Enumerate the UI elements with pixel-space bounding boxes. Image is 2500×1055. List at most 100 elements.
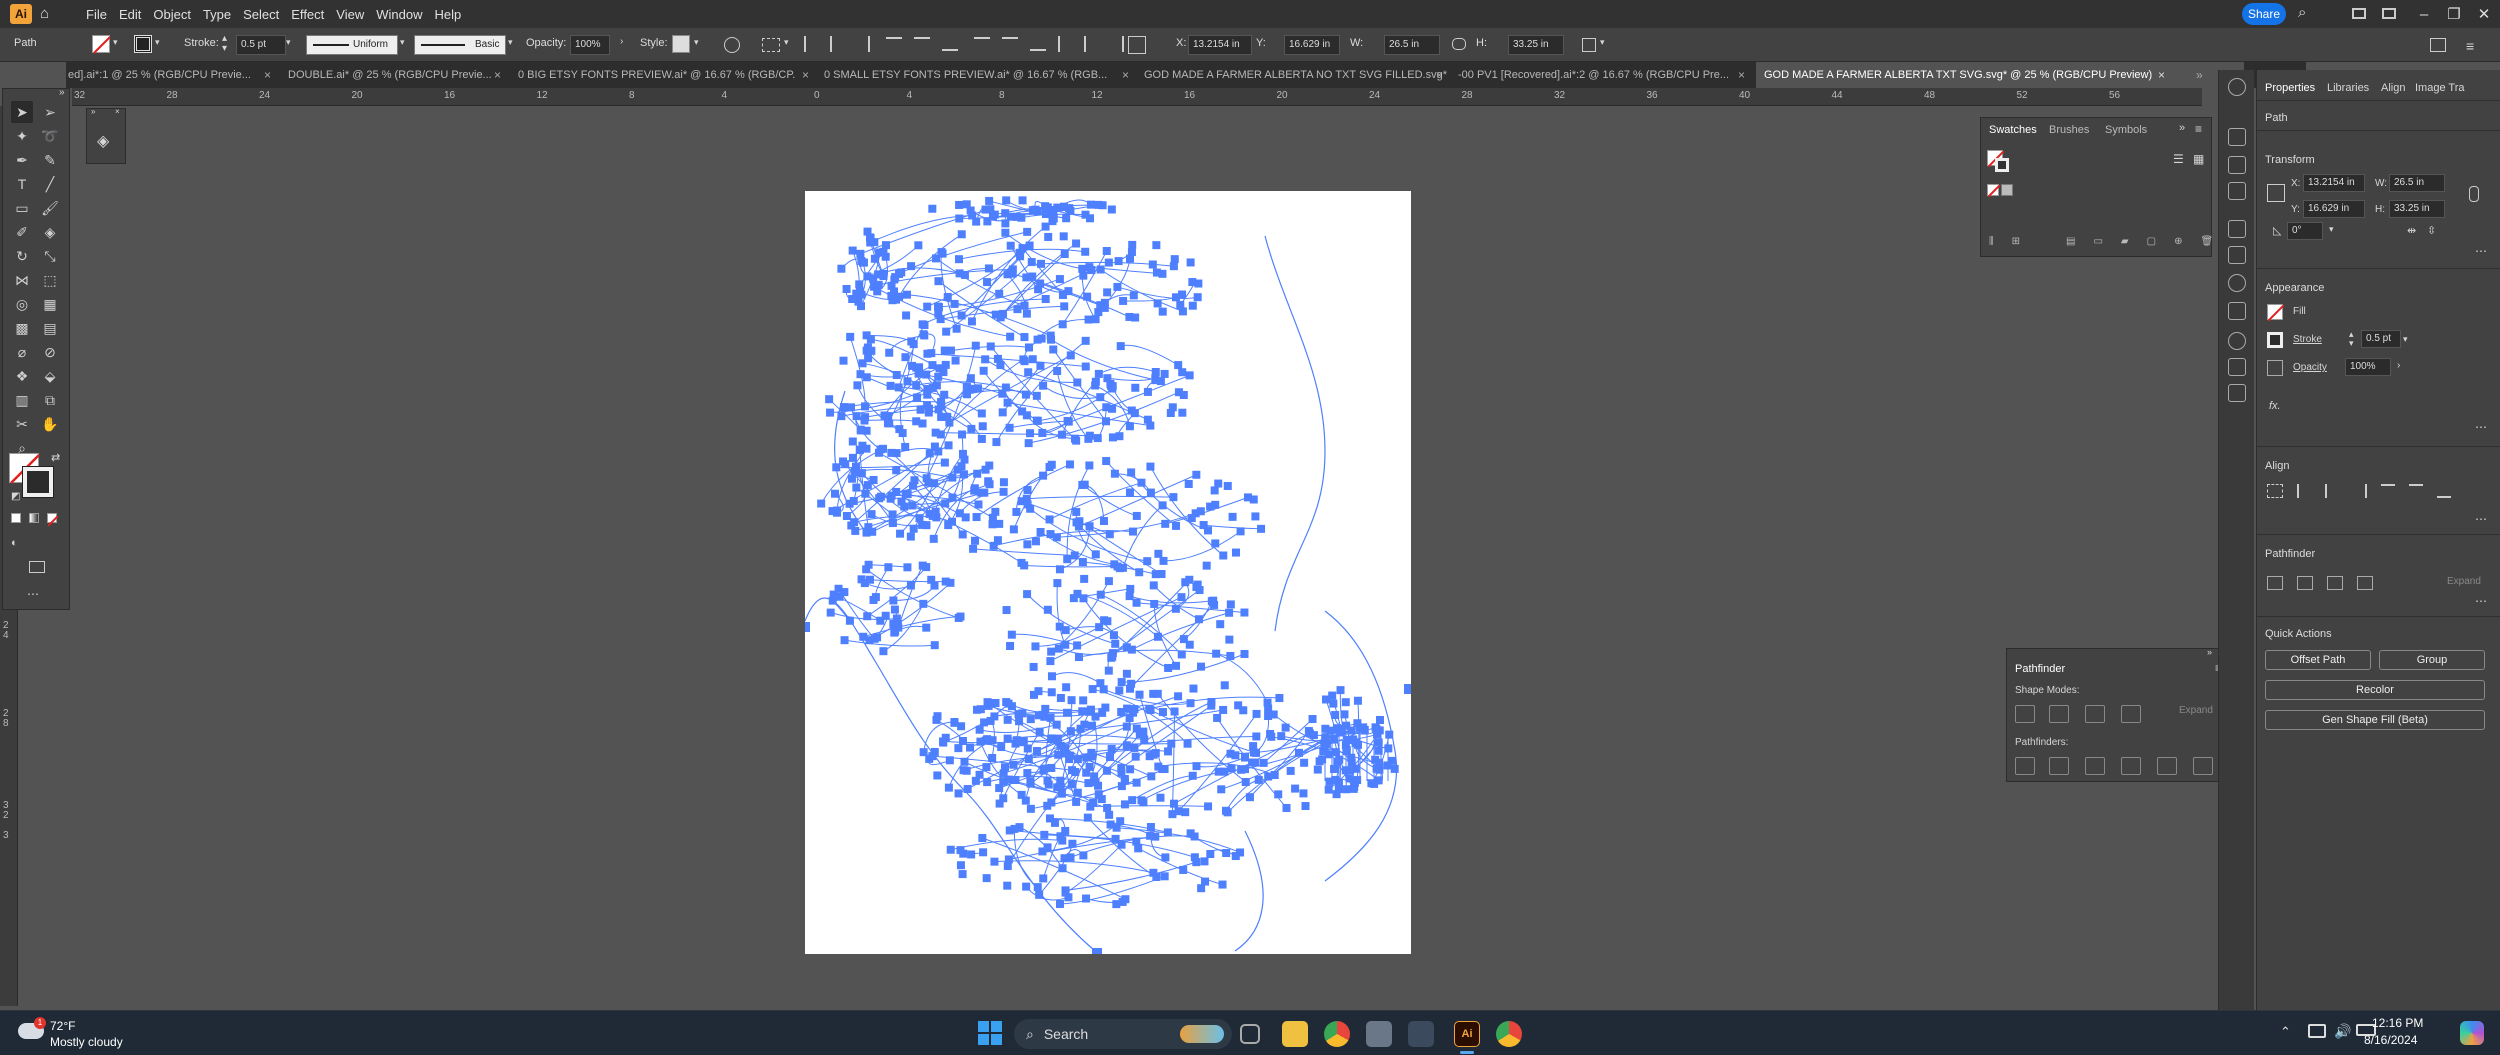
minus-front-button[interactable] bbox=[2049, 705, 2069, 723]
align-top-icon[interactable] bbox=[2381, 484, 2395, 498]
anchor-point[interactable] bbox=[1020, 301, 1029, 310]
anchor-point[interactable] bbox=[977, 434, 986, 443]
anchor-point[interactable] bbox=[817, 499, 826, 508]
anchor-point[interactable] bbox=[1055, 899, 1064, 908]
anchor-point[interactable] bbox=[825, 395, 834, 404]
swatch-options-icon[interactable]: ▤ bbox=[2066, 236, 2075, 247]
anchor-point[interactable] bbox=[1060, 854, 1069, 863]
align-h-center-icon[interactable] bbox=[2325, 484, 2339, 498]
anchor-point[interactable] bbox=[971, 536, 980, 545]
anchor-point[interactable] bbox=[1346, 766, 1355, 775]
anchor-point[interactable] bbox=[1047, 798, 1056, 807]
anchor-point[interactable] bbox=[861, 402, 870, 411]
anchor-point[interactable] bbox=[974, 500, 983, 509]
reference-point-icon[interactable] bbox=[2267, 184, 2285, 202]
anchor-point[interactable] bbox=[1313, 765, 1322, 774]
anchor-point[interactable] bbox=[848, 294, 857, 303]
anchor-point[interactable] bbox=[1367, 779, 1376, 788]
arrange-documents-icon[interactable] bbox=[2352, 8, 2366, 19]
more-options-icon[interactable]: ⋯ bbox=[2475, 594, 2487, 608]
anchor-point[interactable] bbox=[1384, 744, 1393, 753]
anchor-point[interactable] bbox=[1014, 710, 1023, 719]
anchor-point[interactable] bbox=[1036, 361, 1045, 370]
anchor-point[interactable] bbox=[1023, 769, 1032, 778]
anchor-point[interactable] bbox=[1024, 343, 1033, 352]
tab-symbols[interactable]: Symbols bbox=[2105, 124, 2147, 136]
anchor-point[interactable] bbox=[1132, 724, 1141, 733]
anchor-point[interactable] bbox=[906, 581, 915, 590]
anchor-point[interactable] bbox=[848, 437, 857, 446]
menu-edit[interactable]: Edit bbox=[119, 7, 141, 22]
anchor-point[interactable] bbox=[1018, 244, 1027, 253]
stroke-swatch[interactable] bbox=[134, 35, 152, 53]
anchor-point[interactable] bbox=[1186, 258, 1195, 267]
anchor-point[interactable] bbox=[1291, 784, 1300, 793]
anchor-point[interactable] bbox=[880, 411, 889, 420]
anchor-point[interactable] bbox=[1047, 688, 1056, 697]
none-mode-icon[interactable] bbox=[47, 513, 59, 527]
anchor-point[interactable] bbox=[915, 514, 924, 523]
tab-align[interactable]: Align bbox=[2381, 82, 2405, 94]
anchor-point[interactable] bbox=[1152, 268, 1161, 277]
anchor-point[interactable] bbox=[846, 403, 855, 412]
unite-button[interactable] bbox=[2267, 576, 2283, 590]
anchor-point[interactable] bbox=[946, 578, 955, 587]
anchor-point[interactable] bbox=[1188, 301, 1197, 310]
anchor-point[interactable] bbox=[975, 725, 984, 734]
anchor-point[interactable] bbox=[1149, 581, 1158, 590]
anchor-point[interactable] bbox=[1331, 711, 1340, 720]
anchor-point[interactable] bbox=[1094, 369, 1103, 378]
anchor-point[interactable] bbox=[1257, 524, 1266, 533]
fill-swatch[interactable] bbox=[92, 35, 111, 54]
anchor-point[interactable] bbox=[985, 196, 994, 205]
anchor-point[interactable] bbox=[950, 718, 959, 727]
anchor-point[interactable] bbox=[962, 200, 971, 209]
anchor-point[interactable] bbox=[1091, 550, 1100, 559]
anchor-point[interactable] bbox=[1202, 561, 1211, 570]
anchor-point[interactable] bbox=[908, 361, 917, 370]
anchor-point[interactable] bbox=[1320, 741, 1329, 750]
anchor-point[interactable] bbox=[1249, 748, 1258, 757]
distribute-h-center-icon[interactable] bbox=[1084, 36, 1098, 52]
anchor-point[interactable] bbox=[928, 361, 937, 370]
anchor-point[interactable] bbox=[967, 424, 976, 433]
anchor-point[interactable] bbox=[1011, 776, 1020, 785]
anchor-point[interactable] bbox=[1187, 514, 1196, 523]
anchor-point[interactable] bbox=[1019, 355, 1028, 364]
anchor-point[interactable] bbox=[1035, 890, 1044, 899]
anchor-point[interactable] bbox=[927, 575, 936, 584]
anchor-point[interactable] bbox=[884, 563, 893, 572]
search-icon[interactable]: ⌕ bbox=[2298, 4, 2306, 21]
anchor-point[interactable] bbox=[1189, 684, 1198, 693]
anchor-point[interactable] bbox=[1053, 579, 1062, 588]
anchor-point[interactable] bbox=[1267, 732, 1276, 741]
anchor-point[interactable] bbox=[1172, 521, 1181, 530]
anchor-point[interactable] bbox=[1166, 409, 1175, 418]
anchor-point[interactable] bbox=[1223, 481, 1232, 490]
anchor-point[interactable] bbox=[859, 632, 868, 641]
anchor-point[interactable] bbox=[991, 507, 1000, 516]
list-view-icon[interactable]: ☰ bbox=[2173, 152, 2184, 166]
anchor-point[interactable] bbox=[847, 474, 856, 483]
anchor-point[interactable] bbox=[1004, 855, 1013, 864]
anchor-point[interactable] bbox=[1003, 715, 1012, 724]
graphic-style-swatch[interactable] bbox=[672, 35, 690, 53]
merge-button[interactable] bbox=[2085, 757, 2105, 775]
anchor-point[interactable] bbox=[1117, 707, 1126, 716]
anchor-point[interactable] bbox=[1275, 694, 1284, 703]
anchor-point[interactable] bbox=[1114, 257, 1123, 266]
swap-fill-stroke-icon[interactable]: ⇄ bbox=[51, 451, 60, 464]
anchor-point[interactable] bbox=[888, 510, 897, 519]
anchor-point[interactable] bbox=[1359, 723, 1368, 732]
anchor-point[interactable] bbox=[1010, 824, 1019, 833]
anchor-point[interactable] bbox=[1240, 608, 1249, 617]
anchor-point[interactable] bbox=[955, 509, 964, 518]
anchor-point[interactable] bbox=[1046, 657, 1055, 666]
anchor-point[interactable] bbox=[1017, 213, 1026, 222]
anchor-point[interactable] bbox=[1115, 564, 1124, 573]
anchor-point[interactable] bbox=[930, 641, 939, 650]
anchor-point[interactable] bbox=[928, 204, 937, 213]
document-tab[interactable]: ed].ai*:1 @ 25 % (RGB/CPU Previe... bbox=[68, 62, 264, 88]
anchor-point[interactable] bbox=[1184, 479, 1193, 488]
anchor-point[interactable] bbox=[1321, 695, 1330, 704]
